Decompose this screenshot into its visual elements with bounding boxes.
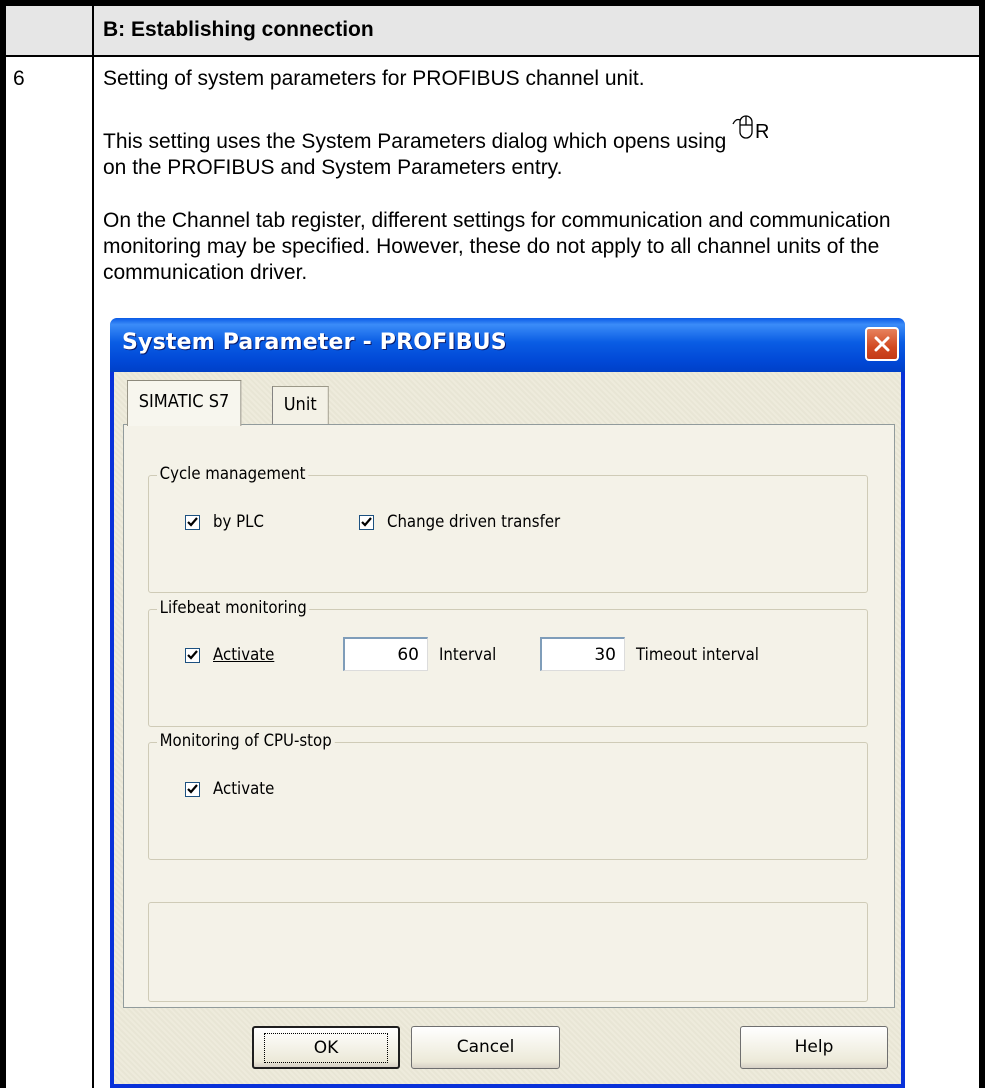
step-number: 6 xyxy=(13,67,25,90)
table-row-divider xyxy=(0,55,985,57)
cpu-stop-activate-label[interactable]: Activate xyxy=(213,778,274,800)
group-cpu-stop-monitoring: Monitoring of CPU-stop Activate xyxy=(148,730,868,860)
checkmark-icon xyxy=(361,517,372,527)
tab-unit[interactable]: Unit xyxy=(272,386,329,424)
dialog-client-area: Unit SIMATIC S7 Cycle management by PLC … xyxy=(114,372,901,1084)
table-border-top xyxy=(0,0,985,6)
system-parameter-dialog: System Parameter - PROFIBUS Unit SIMATIC… xyxy=(110,318,905,1088)
checkmark-icon xyxy=(187,650,198,660)
timeout-interval-input[interactable]: 30 xyxy=(540,637,625,671)
empty-group-box xyxy=(148,902,868,1002)
table-border-left xyxy=(0,0,6,1088)
change-driven-transfer-checkbox[interactable] xyxy=(359,515,374,530)
checkmark-icon xyxy=(187,784,198,794)
by-plc-label[interactable]: by PLC xyxy=(213,511,264,533)
timeout-interval-label: Timeout interval xyxy=(636,645,759,665)
lifebeat-monitoring-legend: Lifebeat monitoring xyxy=(157,597,310,619)
change-driven-transfer-label[interactable]: Change driven transfer xyxy=(387,511,560,533)
paragraph-2-text: This setting uses the System Parameters … xyxy=(103,130,727,153)
paragraph-2-continued: on the PROFIBUS and System Parameters en… xyxy=(103,156,563,179)
cpu-stop-monitoring-legend: Monitoring of CPU-stop xyxy=(157,730,335,752)
cancel-button[interactable]: Cancel xyxy=(411,1026,560,1069)
ok-button[interactable]: OK xyxy=(252,1026,400,1069)
cycle-management-legend: Cycle management xyxy=(157,463,309,485)
mouse-icon-letter: R xyxy=(755,121,768,142)
checkmark-icon xyxy=(187,517,198,527)
table-border-right xyxy=(979,0,985,1088)
lifebeat-activate-label[interactable]: Activate xyxy=(213,644,274,666)
by-plc-checkbox[interactable] xyxy=(185,515,200,530)
dialog-titlebar[interactable]: System Parameter - PROFIBUS xyxy=(110,318,905,372)
lifebeat-activate-checkbox[interactable] xyxy=(185,648,200,663)
tab-panel-simatic-s7: Cycle management by PLC Change driven tr… xyxy=(123,424,895,1008)
group-cycle-management: Cycle management by PLC Change driven tr… xyxy=(148,463,868,593)
step-paragraph-2: This setting uses the System Parameters … xyxy=(103,115,973,181)
section-title: B: Establishing connection xyxy=(103,18,374,41)
group-lifebeat-monitoring: Lifebeat monitoring Activate 60 Interval… xyxy=(148,597,868,727)
step-paragraph-1: Setting of system parameters for PROFIBU… xyxy=(103,67,645,90)
close-button[interactable] xyxy=(865,327,899,361)
ok-button-label: OK xyxy=(264,1033,388,1063)
step-paragraph-3: On the Channel tab register, different s… xyxy=(103,209,891,284)
cpu-stop-activate-checkbox[interactable] xyxy=(185,782,200,797)
help-button[interactable]: Help xyxy=(740,1026,888,1069)
mouse-right-click-icon: R xyxy=(732,112,770,143)
tab-simatic-s7[interactable]: SIMATIC S7 xyxy=(127,380,241,426)
dialog-title: System Parameter - PROFIBUS xyxy=(122,330,507,355)
table-column-divider xyxy=(92,0,94,1088)
close-icon xyxy=(874,336,890,352)
interval-input[interactable]: 60 xyxy=(343,637,428,671)
interval-label: Interval xyxy=(439,645,497,665)
